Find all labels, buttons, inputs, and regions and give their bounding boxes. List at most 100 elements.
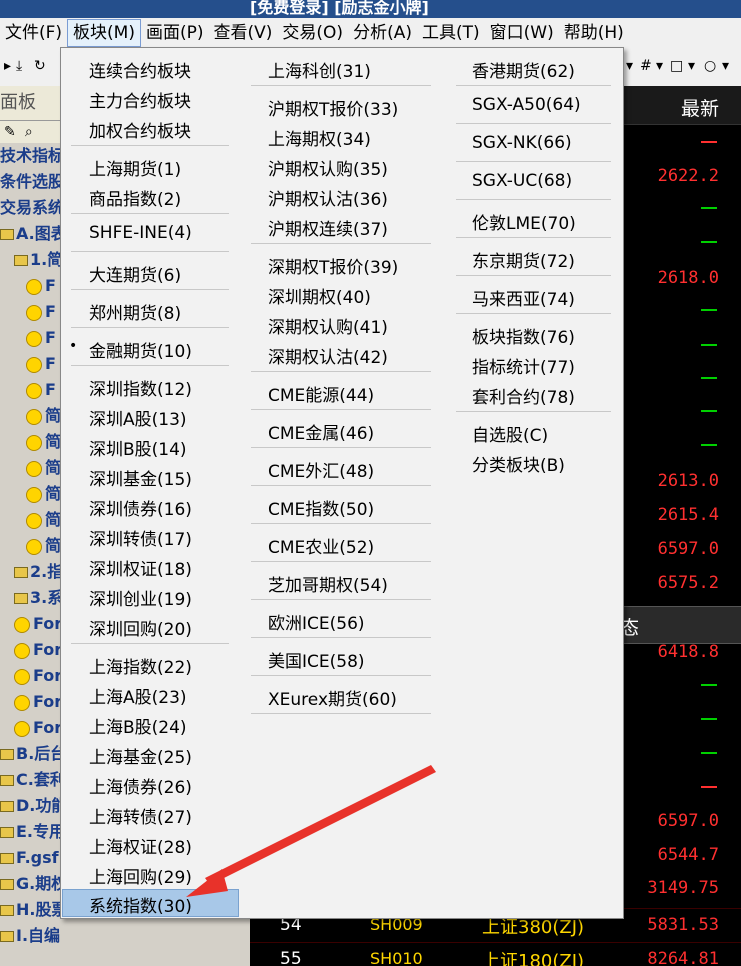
menu-item[interactable]: 分类板块(B) xyxy=(472,451,565,476)
menu-item[interactable]: 金融期货(10) xyxy=(89,337,192,362)
menu-item[interactable]: 东京期货(72) xyxy=(472,247,575,272)
menu-item[interactable]: 上海期权(34) xyxy=(268,125,371,150)
menu-item[interactable]: 深圳基金(15) xyxy=(89,465,192,490)
menu-help[interactable]: 帮助(H) xyxy=(559,19,629,47)
menu-item[interactable]: 芝加哥期权(54) xyxy=(268,571,388,596)
menu-item[interactable]: 加权合约板块 xyxy=(89,117,191,142)
menu-item[interactable]: 连续合约板块 xyxy=(89,57,191,82)
menu-item[interactable]: CME农业(52) xyxy=(268,533,374,558)
menu-item[interactable]: 深圳A股(13) xyxy=(89,405,187,430)
menu-item[interactable]: 深圳创业(19) xyxy=(89,585,192,610)
menu-board[interactable]: 板块(M) xyxy=(67,19,141,47)
menu-item[interactable]: 上海指数(22) xyxy=(89,653,192,678)
menu-item[interactable]: 上海科创(31) xyxy=(268,57,371,82)
menu-item[interactable]: 香港期货(62) xyxy=(472,57,575,82)
menu-item[interactable]: 深圳权证(18) xyxy=(89,555,192,580)
change-indicator xyxy=(701,207,717,209)
menu-separator xyxy=(71,327,229,328)
dropdown-icon[interactable]: ▾ xyxy=(656,58,663,74)
menu-item[interactable]: 上海期货(1) xyxy=(89,155,181,180)
menu-item[interactable]: 主力合约板块 xyxy=(89,87,191,112)
menu-item[interactable]: CME能源(44) xyxy=(268,381,374,406)
menu-item[interactable]: 沪期权T报价(33) xyxy=(268,95,398,120)
smiley-icon xyxy=(26,382,42,399)
folder-icon xyxy=(0,931,14,942)
menu-item[interactable]: CME外汇(48) xyxy=(268,457,374,482)
menu-item[interactable]: 深期权认沽(42) xyxy=(268,343,388,368)
menu-item[interactable]: CME指数(50) xyxy=(268,495,374,520)
menu-item[interactable]: 大连期货(6) xyxy=(89,261,181,286)
circle-icon[interactable]: ○ xyxy=(704,58,716,74)
dropdown-icon[interactable]: ▾ xyxy=(722,58,729,74)
menu-item[interactable]: 深圳B股(14) xyxy=(89,435,187,460)
menu-trade[interactable]: 交易(O) xyxy=(277,19,348,47)
menu-separator xyxy=(456,161,611,162)
menu-item[interactable]: 深圳转债(17) xyxy=(89,525,192,550)
change-indicator xyxy=(701,444,717,446)
menu-item[interactable]: 欧洲ICE(56) xyxy=(268,609,365,634)
menu-analysis[interactable]: 分析(A) xyxy=(348,19,417,47)
grid-icon[interactable]: # xyxy=(640,58,652,74)
menu-view-screen[interactable]: 画面(P) xyxy=(141,19,209,47)
download-icon[interactable]: ⤓ xyxy=(16,58,22,74)
arrow-icon[interactable]: ▸ xyxy=(4,58,11,74)
change-indicator xyxy=(701,786,717,788)
menu-separator xyxy=(251,523,431,524)
search-icon[interactable]: ⌕ xyxy=(25,124,33,140)
menu-window[interactable]: 窗口(W) xyxy=(485,19,559,47)
menu-item[interactable]: 深圳期权(40) xyxy=(268,283,371,308)
menu-item[interactable]: SGX-UC(68) xyxy=(472,171,572,191)
menu-item[interactable]: 上海B股(24) xyxy=(89,713,187,738)
menu-separator xyxy=(456,275,611,276)
menu-item[interactable]: 上海转债(27) xyxy=(89,803,192,828)
menu-item[interactable]: 板块指数(76) xyxy=(472,323,575,348)
menu-item[interactable]: 上海基金(25) xyxy=(89,743,192,768)
folder-icon xyxy=(0,879,14,890)
edit-icon[interactable]: ✎ xyxy=(4,124,16,140)
menu-separator xyxy=(456,313,611,314)
smiley-icon xyxy=(14,720,30,737)
menu-item[interactable]: SHFE-INE(4) xyxy=(89,223,192,243)
menu-item[interactable]: 商品指数(2) xyxy=(89,185,181,210)
menu-item[interactable]: 马来西亚(74) xyxy=(472,285,575,310)
dropdown-icon[interactable]: ▾ xyxy=(688,58,695,74)
menu-item[interactable]: 深期权T报价(39) xyxy=(268,253,398,278)
title-bar: [免费登录] [励志金小牌] xyxy=(0,0,741,18)
menu-item[interactable]: 美国ICE(58) xyxy=(268,647,365,672)
menu-item[interactable]: 郑州期货(8) xyxy=(89,299,181,324)
menu-item[interactable]: 上海回购(29) xyxy=(89,863,192,888)
menu-item[interactable]: 深圳回购(20) xyxy=(89,615,192,640)
menu-item[interactable]: XEurex期货(60) xyxy=(268,685,397,710)
menu-bar: 文件(F) 板块(M) 画面(P) 查看(V) 交易(O) 分析(A) 工具(T… xyxy=(0,18,741,48)
menu-item[interactable]: 深期权认购(41) xyxy=(268,313,388,338)
draw-dropdown-icon[interactable]: ▾ xyxy=(626,58,633,74)
menu-item[interactable]: SGX-A50(64) xyxy=(472,95,581,115)
menu-item[interactable]: 自选股(C) xyxy=(472,421,548,446)
menu-file[interactable]: 文件(F) xyxy=(0,19,67,47)
table-row[interactable]: 55 SH010 上证180(ZJ) 8264.81 xyxy=(250,942,741,966)
menu-view[interactable]: 查看(V) xyxy=(209,19,278,47)
price-cell: 6418.8 xyxy=(657,642,719,662)
menu-item[interactable]: 指标统计(77) xyxy=(472,353,575,378)
menu-item[interactable]: SGX-NK(66) xyxy=(472,133,572,153)
menu-tools[interactable]: 工具(T) xyxy=(417,19,485,47)
menu-item[interactable]: 沪期权认购(35) xyxy=(268,155,388,180)
menu-item[interactable]: 套利合约(78) xyxy=(472,383,575,408)
column-latest[interactable]: 最新 xyxy=(681,94,719,121)
menu-item[interactable]: 上海权证(28) xyxy=(89,833,192,858)
tree-item[interactable]: I.自编 xyxy=(0,923,250,949)
menu-item[interactable]: 沪期权认沽(36) xyxy=(268,185,388,210)
menu-item[interactable]: 伦敦LME(70) xyxy=(472,209,576,234)
menu-item[interactable]: CME金属(46) xyxy=(268,419,374,444)
menu-separator xyxy=(71,365,229,366)
square-icon[interactable]: □ xyxy=(670,58,683,74)
menu-item-system-index[interactable]: 系统指数(30) xyxy=(89,892,192,917)
menu-item[interactable]: 深圳债券(16) xyxy=(89,495,192,520)
menu-item[interactable]: 上海A股(23) xyxy=(89,683,187,708)
change-indicator xyxy=(701,309,717,311)
price-cell: 2622.2 xyxy=(657,166,719,186)
menu-item[interactable]: 沪期权连续(37) xyxy=(268,215,388,240)
menu-item[interactable]: 上海债券(26) xyxy=(89,773,192,798)
refresh-icon[interactable]: ↻ xyxy=(34,58,46,74)
menu-item[interactable]: 深圳指数(12) xyxy=(89,375,192,400)
